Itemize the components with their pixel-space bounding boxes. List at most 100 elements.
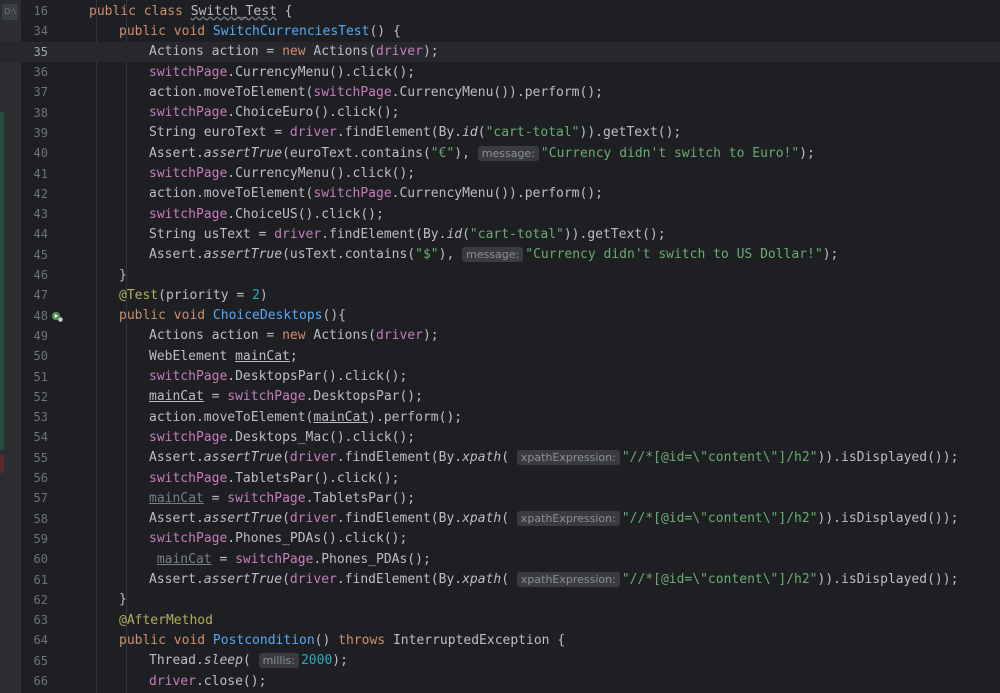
line-number[interactable]: 61 [22, 573, 48, 587]
code-line[interactable]: 47 @Test(priority = 2) [0, 285, 1000, 305]
code-line[interactable]: 56 switchPage.TabletsPar().click(); [0, 468, 1000, 488]
code-editor[interactable]: D:\ 16 public class Switch_Test {34 public… [0, 0, 1000, 693]
code-token: String euroText = [149, 125, 290, 141]
code-line[interactable]: 43 switchPage.ChoiceUS().click(); [0, 204, 1000, 224]
run-test-icon[interactable] [51, 310, 63, 322]
line-number[interactable]: 48 [22, 309, 48, 323]
code-line[interactable]: 38 switchPage.ChoiceEuro().click(); [0, 103, 1000, 123]
code-line[interactable]: 59 switchPage.Phones_PDAs().click(); [0, 529, 1000, 549]
line-number[interactable]: 59 [22, 532, 48, 546]
code-line[interactable]: 46} [0, 265, 1000, 285]
line-number[interactable]: 66 [22, 674, 48, 688]
line-number[interactable]: 16 [22, 4, 48, 18]
code-text: public void SwitchCurrenciesTest() { [119, 24, 401, 39]
parameter-hint: millis: [258, 653, 299, 669]
line-number[interactable]: 55 [22, 451, 48, 465]
code-text: public void ChoiceDesktops(){ [119, 308, 346, 323]
line-number[interactable]: 52 [22, 390, 48, 404]
code-token: ); [422, 328, 439, 344]
line-number[interactable]: 53 [22, 410, 48, 424]
code-line[interactable]: 37 action.moveToElement(switchPage.Curren… [0, 82, 1000, 102]
code-token: "$" [415, 247, 439, 263]
code-line[interactable]: 44 String usText = driver.findElement(By.… [0, 224, 1000, 244]
line-number[interactable]: 60 [22, 552, 48, 566]
line-number[interactable]: 35 [22, 45, 48, 59]
line-number[interactable]: 46 [22, 268, 48, 282]
code-line[interactable]: 39 String euroText = driver.findElement(B… [0, 123, 1000, 143]
line-number[interactable]: 43 [22, 207, 48, 221]
line-number[interactable]: 49 [22, 329, 48, 343]
line-number[interactable]: 58 [22, 512, 48, 526]
code-line[interactable]: 41 switchPage.CurrencyMenu().click(); [0, 163, 1000, 183]
line-number[interactable]: 40 [22, 146, 48, 160]
code-line[interactable]: 55 Assert.assertTrue(driver.findElement(B… [0, 448, 1000, 468]
code-line[interactable]: 62} [0, 590, 1000, 610]
line-number[interactable]: 65 [22, 654, 48, 668]
code-token: xpath [462, 450, 502, 466]
line-number[interactable]: 36 [22, 65, 48, 79]
code-line[interactable]: 36 switchPage.CurrencyMenu().click(); [0, 62, 1000, 82]
code-token: .findElement(By. [336, 450, 463, 466]
line-number[interactable]: 34 [22, 24, 48, 38]
line-number[interactable]: 56 [22, 471, 48, 485]
code-token: public void [119, 308, 213, 324]
code-text: String euroText = driver.findElement(By.… [149, 125, 681, 140]
line-number[interactable]: 41 [22, 167, 48, 181]
code-line[interactable]: 42 action.moveToElement(switchPage.Curren… [0, 184, 1000, 204]
code-token: driver [289, 572, 337, 588]
line-number[interactable]: 44 [22, 227, 48, 241]
line-number[interactable]: 45 [22, 248, 48, 262]
code-line[interactable]: 48 public void ChoiceDesktops(){ [0, 306, 1000, 326]
code-token: new [282, 328, 314, 344]
code-token: Actions( [313, 44, 376, 60]
code-token: "//*[@id=\"content\"]/h2" [621, 572, 818, 588]
code-line[interactable]: 16 public class Switch_Test { [0, 1, 1000, 21]
code-line[interactable]: 53 action.moveToElement(mainCat).perform(… [0, 407, 1000, 427]
code-line[interactable]: 49 Actions action = new Actions(driver); [0, 326, 1000, 346]
code-token: (euroText.contains( [282, 145, 431, 161]
code-text: action.moveToElement(switchPage.Currency… [149, 186, 603, 201]
code-line[interactable]: 65 Thread.sleep( millis: 2000); [0, 651, 1000, 671]
code-line[interactable]: 64 public void Postcondition() throws Int… [0, 630, 1000, 650]
line-number[interactable]: 42 [22, 187, 48, 201]
line-number[interactable]: 39 [22, 126, 48, 140]
code-token: Postcondition [212, 632, 315, 648]
line-number[interactable]: 51 [22, 370, 48, 384]
code-line[interactable]: 40 Assert.assertTrue(euroText.contains("€… [0, 143, 1000, 163]
code-token: switchPage [149, 206, 228, 222]
parameter-hint: xpathExpression: [516, 572, 620, 588]
code-line[interactable]: 60 mainCat = switchPage.Phones_PDAs(); [0, 549, 1000, 569]
code-token: assertTrue [203, 450, 283, 466]
code-line[interactable]: 57 mainCat = switchPage.TabletsPar(); [0, 488, 1000, 508]
line-number[interactable]: 37 [22, 85, 48, 99]
line-number[interactable]: 64 [22, 633, 48, 647]
code-line[interactable]: 52 mainCat = switchPage.DesktopsPar(); [0, 387, 1000, 407]
code-line[interactable]: 34 public void SwitchCurrenciesTest() { [0, 21, 1000, 41]
line-number[interactable]: 54 [22, 430, 48, 444]
code-token: .CurrencyMenu()).perform(); [391, 84, 603, 100]
code-line[interactable]: 61 Assert.assertTrue(driver.findElement(B… [0, 569, 1000, 589]
code-line[interactable]: 63 @AfterMethod [0, 610, 1000, 630]
code-line[interactable]: 51 switchPage.DesktopsPar().click(); [0, 366, 1000, 386]
code-token: switchPage [235, 551, 314, 567]
code-line[interactable]: 45 Assert.assertTrue(usText.contains("$")… [0, 245, 1000, 265]
code-token: switchPage [149, 470, 228, 486]
code-line[interactable]: 66 driver.close(); [0, 671, 1000, 691]
code-line[interactable]: 58 Assert.assertTrue(driver.findElement(B… [0, 509, 1000, 529]
code-token: Actions action = [149, 328, 283, 344]
code-line[interactable]: 54 switchPage.Desktops_Mac().click(); [0, 427, 1000, 447]
code-text: Actions action = new Actions(driver); [149, 44, 439, 59]
code-token: )).getText(); [579, 125, 682, 141]
code-line[interactable]: 50 WebElement mainCat; [0, 346, 1000, 366]
code-token: ); [822, 247, 839, 263]
line-number[interactable]: 62 [22, 593, 48, 607]
code-text: Actions action = new Actions(driver); [149, 328, 439, 343]
line-number[interactable]: 57 [22, 491, 48, 505]
code-token: driver [376, 44, 423, 60]
line-number[interactable]: 38 [22, 106, 48, 120]
line-number[interactable]: 63 [22, 613, 48, 627]
code-token: switchPage [149, 429, 228, 445]
code-line[interactable]: 35 Actions action = new Actions(driver); [0, 41, 1000, 62]
line-number[interactable]: 47 [22, 288, 48, 302]
line-number[interactable]: 50 [22, 349, 48, 363]
